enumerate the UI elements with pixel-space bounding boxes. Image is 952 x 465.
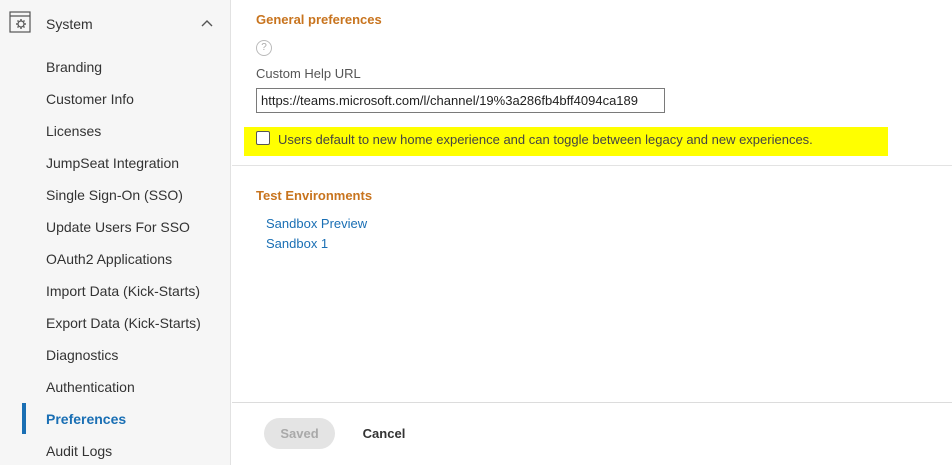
system-section-label: System [46,16,93,32]
sandbox-1-link[interactable]: Sandbox 1 [266,236,328,251]
sidebar-item-branding[interactable]: Branding [46,59,102,75]
sidebar-item-licenses[interactable]: Licenses [46,123,101,139]
section-divider [232,165,952,166]
sidebar-item-update-users-sso[interactable]: Update Users For SSO [46,219,190,235]
system-section-header[interactable]: System [0,0,231,48]
custom-help-url-input[interactable] [256,88,665,113]
home-experience-checkbox[interactable] [256,131,270,145]
sidebar: System Branding Customer Info Licenses J… [0,0,231,465]
footer-divider [232,402,952,403]
active-item-indicator [22,403,26,434]
sidebar-item-jumpseat-integration[interactable]: JumpSeat Integration [46,155,179,171]
home-experience-checkbox-label[interactable]: Users default to new home experience and… [278,132,813,147]
sidebar-item-audit-logs[interactable]: Audit Logs [46,443,112,459]
sidebar-item-authentication[interactable]: Authentication [46,379,135,395]
sidebar-item-export-data[interactable]: Export Data (Kick-Starts) [46,315,201,331]
saved-button[interactable]: Saved [264,418,335,449]
sandbox-preview-link[interactable]: Sandbox Preview [266,216,367,231]
general-preferences-title: General preferences [256,12,382,27]
cancel-button[interactable]: Cancel [350,418,418,449]
sidebar-item-diagnostics[interactable]: Diagnostics [46,347,118,363]
test-environments-title: Test Environments [256,188,373,203]
help-icon[interactable]: ? [256,40,272,56]
sidebar-item-preferences[interactable]: Preferences [46,411,126,427]
custom-help-url-label: Custom Help URL [256,66,361,81]
sidebar-item-import-data[interactable]: Import Data (Kick-Starts) [46,283,200,299]
sidebar-item-customer-info[interactable]: Customer Info [46,91,134,107]
chevron-up-icon[interactable] [200,16,214,30]
sidebar-item-oauth2-applications[interactable]: OAuth2 Applications [46,251,172,267]
system-settings-icon [9,11,31,33]
sidebar-item-sso[interactable]: Single Sign-On (SSO) [46,187,183,203]
